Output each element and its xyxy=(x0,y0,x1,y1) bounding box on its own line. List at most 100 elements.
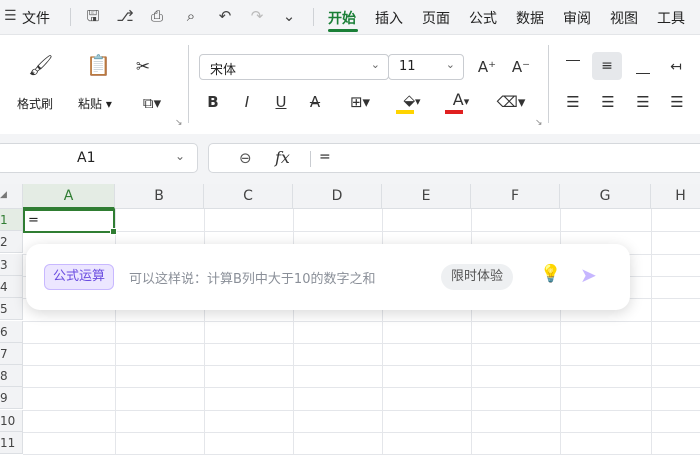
cut-icon[interactable]: ✂ xyxy=(132,57,154,77)
format-painter-button[interactable]: 格式刷 xyxy=(17,95,53,112)
fill-handle[interactable] xyxy=(110,228,117,235)
format-painter-icon[interactable]: 🖌 xyxy=(28,55,53,75)
chevron-down-icon[interactable]: ⌄ xyxy=(175,149,185,163)
font-size-value: 11 xyxy=(399,59,416,74)
grid-row-line xyxy=(23,387,700,389)
strikethrough-button[interactable]: A xyxy=(306,92,324,112)
lightbulb-icon[interactable]: 💡 xyxy=(540,264,561,284)
limited-trial-badge: 限时体验 xyxy=(441,264,514,290)
justify-icon[interactable]: ☰ xyxy=(668,92,686,112)
column-header-f[interactable]: F xyxy=(471,184,560,209)
tab-data[interactable]: 数据 xyxy=(516,8,544,28)
name-box[interactable]: A1 ⌄ xyxy=(0,143,198,173)
zoom-icon[interactable]: ⊖ xyxy=(239,149,252,167)
formula-input[interactable]: ⊖ fx = xyxy=(208,143,700,173)
row-header-3[interactable]: 3 xyxy=(0,253,23,276)
tab-tools[interactable]: 工具 xyxy=(657,8,685,28)
chevron-down-icon[interactable]: ⌄ xyxy=(280,6,298,26)
save-icon[interactable]: 🖫 xyxy=(84,6,102,26)
formula-calc-tag[interactable]: 公式运算 xyxy=(44,264,115,290)
print-preview-icon[interactable]: ⌕ xyxy=(182,6,200,26)
file-menu[interactable]: 文件 xyxy=(22,8,50,28)
shrink-font-icon[interactable]: A⁻ xyxy=(510,57,532,77)
fx-icon[interactable]: fx xyxy=(275,148,290,167)
tab-home[interactable]: 开始 xyxy=(328,8,356,28)
tab-view[interactable]: 视图 xyxy=(610,8,638,28)
grid-column-line xyxy=(651,209,652,455)
ai-formula-popup: 公式运算 可以这样说：计算B列中大于10的数字之和 限时体验 💡 ➤ xyxy=(26,244,630,310)
copy-icon[interactable]: ⧉▾ xyxy=(134,93,170,113)
column-header-a[interactable]: A xyxy=(23,184,115,209)
grid-row-line xyxy=(23,365,700,367)
menu-bar: ☰ 文件 🖫 ⎇ ⎙ ⌕ ↶ ↷ ⌄ 开始 插入 页面 公式 数据 审阅 视图 … xyxy=(0,0,700,34)
tab-insert[interactable]: 插入 xyxy=(375,8,403,28)
group-expand-icon[interactable]: ↘ xyxy=(535,118,543,128)
grow-font-icon[interactable]: A⁺ xyxy=(476,57,498,77)
send-icon[interactable]: ➤ xyxy=(580,263,597,287)
tab-review[interactable]: 审阅 xyxy=(563,8,591,28)
fill-color-bar xyxy=(396,110,414,114)
formula-content: = xyxy=(319,149,331,165)
font-name-select[interactable]: 宋体 ⌄ xyxy=(199,54,389,80)
cell-reference: A1 xyxy=(77,150,96,166)
align-top-icon[interactable]: ⎺ xyxy=(564,57,582,77)
row-header-8[interactable]: 8 xyxy=(0,365,23,388)
row-header-4[interactable]: 4 xyxy=(0,275,23,298)
redo-icon[interactable]: ↷ xyxy=(248,6,266,26)
column-header-g[interactable]: G xyxy=(560,184,651,209)
align-middle-icon: ≡ xyxy=(601,58,613,74)
align-left-icon[interactable]: ☰ xyxy=(564,92,582,112)
fill-color-button[interactable]: ⬙▾ xyxy=(392,90,432,114)
row-header-7[interactable]: 7 xyxy=(0,342,23,365)
align-center-icon[interactable]: ☰ xyxy=(599,92,617,112)
divider xyxy=(313,8,314,26)
paste-button[interactable]: 粘贴 ▾ xyxy=(78,95,112,112)
prompt-input[interactable]: 可以这样说：计算B列中大于10的数字之和 xyxy=(129,268,375,287)
row-header-10[interactable]: 10 xyxy=(0,409,23,432)
column-header-d[interactable]: D xyxy=(293,184,382,209)
chevron-down-icon: ⌄ xyxy=(370,58,380,71)
italic-button[interactable]: I xyxy=(238,92,256,112)
row-header-1[interactable]: 1 xyxy=(0,209,23,231)
row-header-6[interactable]: 6 xyxy=(0,320,23,343)
grid-row-line xyxy=(23,409,700,411)
align-right-icon[interactable]: ☰ xyxy=(634,92,652,112)
paint-bucket-icon: ⬙ xyxy=(403,91,415,109)
column-header-c[interactable]: C xyxy=(204,184,293,209)
borders-icon[interactable]: ⊞▾ xyxy=(342,92,378,112)
font-name-value: 宋体 xyxy=(210,63,237,78)
select-all-corner[interactable]: ◢ xyxy=(0,184,23,209)
align-bottom-icon[interactable]: ⎽ xyxy=(634,57,652,77)
menu-icon[interactable]: ☰ xyxy=(4,8,17,24)
underline-button[interactable]: U xyxy=(272,92,290,112)
grid-row-line xyxy=(23,231,700,233)
undo-icon[interactable]: ↶ xyxy=(216,6,234,26)
row-header-2[interactable]: 2 xyxy=(0,231,23,254)
row-header-11[interactable]: 11 xyxy=(0,432,23,454)
active-cell[interactable]: = xyxy=(23,209,117,235)
font-color-icon: A xyxy=(452,90,464,109)
row-header-9[interactable]: 9 xyxy=(0,387,23,410)
font-size-select[interactable]: 11 ⌄ xyxy=(388,54,464,80)
font-color-bar xyxy=(445,110,463,114)
tab-page[interactable]: 页面 xyxy=(422,8,450,28)
column-header-e[interactable]: E xyxy=(382,184,471,209)
bold-button[interactable]: B xyxy=(204,92,222,112)
font-color-button[interactable]: A▾ xyxy=(442,90,480,114)
print-icon[interactable]: ⎙ xyxy=(148,6,166,26)
ribbon: 🖌 格式刷 📋 粘贴 ▾ ✂ ⧉▾ ↘ 宋体 ⌄ 11 ⌄ A⁺ A⁻ B I … xyxy=(0,34,700,136)
clear-format-icon[interactable]: ⌫▾ xyxy=(492,92,530,112)
grid-row-line xyxy=(23,342,700,344)
divider xyxy=(188,45,189,123)
divider xyxy=(310,151,311,167)
column-header-h[interactable]: H xyxy=(651,184,700,209)
export-icon[interactable]: ⎇ xyxy=(116,6,134,26)
active-cell-value: = xyxy=(28,213,39,228)
align-middle-button[interactable]: ≡ xyxy=(592,52,622,80)
paste-icon[interactable]: 📋 xyxy=(86,55,111,75)
column-header-b[interactable]: B xyxy=(115,184,204,209)
tab-formula[interactable]: 公式 xyxy=(469,8,497,28)
row-header-5[interactable]: 5 xyxy=(0,298,23,321)
group-expand-icon[interactable]: ↘ xyxy=(175,118,183,128)
wrap-text-icon[interactable]: ↤ xyxy=(666,57,686,77)
